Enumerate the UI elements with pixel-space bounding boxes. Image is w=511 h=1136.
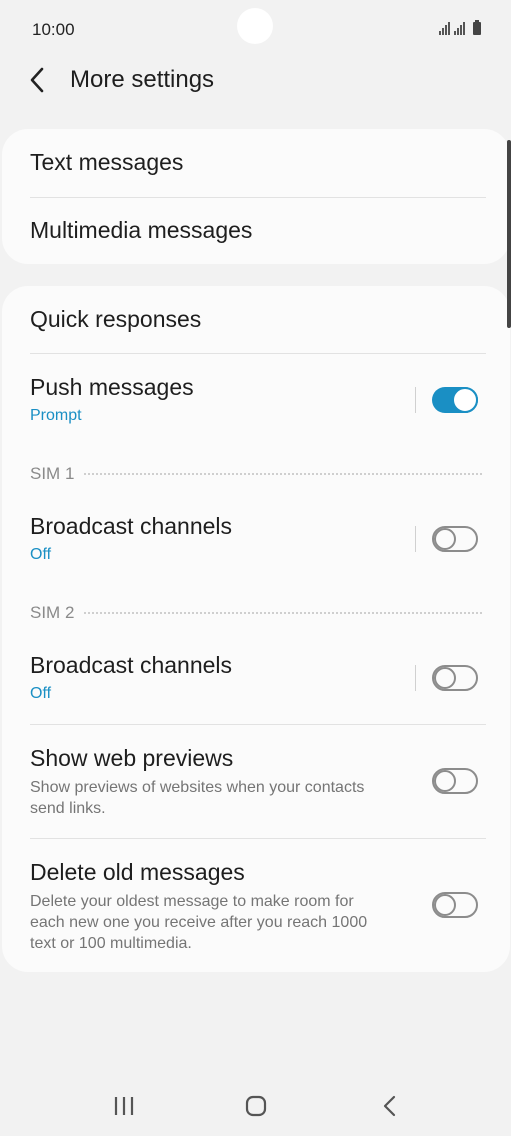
scrollbar[interactable] [507,140,511,328]
navigation-bar [0,1076,511,1136]
show-web-previews-item[interactable]: Show web previews Show previews of websi… [30,745,390,819]
back-button[interactable] [22,64,54,96]
show-web-previews-label: Show web previews [30,745,234,771]
battery-icon [473,20,481,35]
vertical-separator [415,665,416,691]
push-messages-label: Push messages [30,374,194,400]
toggle-knob [434,667,456,689]
sim1-broadcast-channels-item[interactable]: Broadcast channels Off [30,513,486,573]
divider [30,197,486,198]
toggle-knob [434,770,456,792]
toggle-knob [434,894,456,916]
status-icons [439,20,481,35]
app-header: More settings [0,56,511,106]
sim2-broadcast-label: Broadcast channels [30,652,233,678]
signal-icon [454,21,465,35]
messages-card: Text messages Multimedia messages [2,129,510,264]
sim1-broadcast-toggle[interactable] [432,526,478,552]
quick-responses-label: Quick responses [30,306,202,332]
camera-cutout [237,8,273,44]
vertical-separator [415,387,416,413]
back-arrow-icon [30,67,44,93]
divider [30,838,486,839]
divider [30,353,486,354]
push-messages-item[interactable]: Push messages Prompt [30,374,486,434]
divider [30,724,486,725]
dotted-divider [84,473,482,475]
recents-button[interactable] [104,1090,144,1122]
status-time: 10:00 [32,20,75,39]
sim2-broadcast-channels-item[interactable]: Broadcast channels Off [30,652,486,712]
push-messages-status: Prompt [30,407,82,424]
sim1-broadcast-status: Off [30,546,52,563]
toggle-knob [452,387,478,413]
toggle-knob [434,528,456,550]
status-bar: 10:00 [0,0,511,60]
show-web-previews-toggle[interactable] [432,768,478,794]
recents-icon [114,1097,134,1115]
sim1-broadcast-label: Broadcast channels [30,513,233,539]
nav-back-button[interactable] [370,1090,410,1122]
delete-old-messages-description: Delete your oldest message to make room … [30,893,368,952]
page-title: More settings [70,66,215,93]
settings-card: Quick responses Push messages Prompt SIM… [2,286,510,972]
sim1-section-header: SIM 1 [30,464,482,484]
signal-icon [439,21,450,35]
nav-back-icon [383,1095,396,1117]
multimedia-messages-item[interactable]: Multimedia messages [30,217,486,257]
push-messages-toggle[interactable] [432,387,478,413]
delete-old-messages-toggle[interactable] [432,892,478,918]
multimedia-messages-label: Multimedia messages [30,217,253,243]
sim2-broadcast-toggle[interactable] [432,665,478,691]
text-messages-item[interactable]: Text messages [30,149,486,189]
sim2-label: SIM 2 [30,603,75,622]
delete-old-messages-item[interactable]: Delete old messages Delete your oldest m… [30,859,390,954]
sim2-section-header: SIM 2 [30,603,482,623]
dotted-divider [84,612,482,614]
home-icon [245,1095,267,1117]
text-messages-label: Text messages [30,149,184,175]
sim1-label: SIM 1 [30,464,75,483]
show-web-previews-description: Show previews of websites when your cont… [30,779,365,817]
delete-old-messages-label: Delete old messages [30,859,245,885]
sim2-broadcast-status: Off [30,685,52,702]
home-button[interactable] [236,1090,276,1122]
quick-responses-item[interactable]: Quick responses [30,306,486,346]
vertical-separator [415,526,416,552]
